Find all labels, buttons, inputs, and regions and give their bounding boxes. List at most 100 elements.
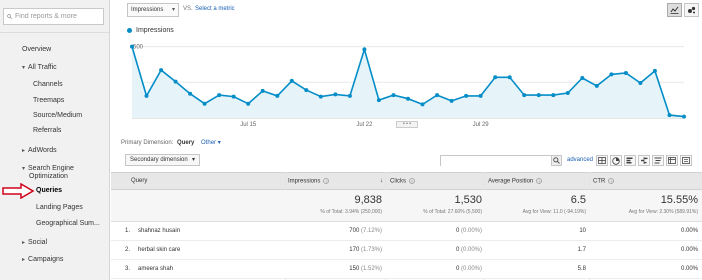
row-number: 2. [125,247,131,253]
comparison-view-button[interactable] [638,155,650,166]
chevron-down-icon: ▾ [22,65,26,71]
data-point [188,91,193,96]
data-point [652,68,657,73]
nav-campaigns[interactable]: ▸ Campaigns [22,255,63,265]
more-views-button[interactable] [680,155,692,166]
report-search-input[interactable] [15,13,103,20]
primary-dimension-other[interactable]: Other ▾ [201,140,221,146]
row-impressions: 150 (1.52%) [349,266,382,272]
total-clicks-sub: % of Total: 27.60% (5,500) [423,209,482,215]
pivot-table-icon [668,157,676,164]
term-cloud-button[interactable] [652,155,664,166]
row-impressions: 700 (7.12%) [349,228,382,234]
primary-dimension-label: Primary Dimension: [121,140,174,146]
data-point [246,101,251,106]
data-point [144,93,149,98]
row-number: 3. [125,266,131,272]
sort-desc-icon[interactable]: ↓ [380,178,383,184]
data-point [347,93,352,98]
list-icon [682,157,690,164]
data-point [623,71,628,75]
data-point [420,102,425,107]
pivot-view-button[interactable] [666,155,678,166]
total-clicks: 1,530 [454,194,482,206]
performance-view-button[interactable] [624,155,636,166]
data-point [318,94,323,99]
table-search-button[interactable] [551,155,562,166]
total-ctr-sub: Avg for View: 2.30% (589.91%) [628,209,698,215]
nav-all-traffic[interactable]: ▾ All Traffic [22,63,57,73]
table-filter[interactable] [440,155,560,173]
nav-source-medium[interactable]: Source/Medium [33,111,82,120]
x-tick-label: Jul 22 [356,122,373,128]
row-clicks: 0 (0.00%) [455,266,482,272]
chevron-right-icon: ▸ [22,240,26,246]
nav-adwords[interactable]: ▸ AdWords [22,146,57,156]
table-row: 2. herbal skin care 170 (1.73%) 0 (0.00%… [111,241,702,260]
main-panel: Impressions ▾ VS. Select a metric Impres… [111,0,702,280]
header-query[interactable]: Query [131,178,147,184]
pie-chart-icon [612,156,620,165]
row-avg-position: 1.7 [577,247,586,253]
help-icon[interactable]: ? [536,178,543,184]
row-query[interactable]: ameera shah [138,266,173,272]
help-icon[interactable]: ? [409,178,415,184]
search-icon [7,14,12,19]
data-point [565,91,570,95]
data-point [594,83,599,88]
data-point [231,94,236,99]
nav-geographical-summary[interactable]: Geographical Sum... [36,219,100,228]
data-point [580,76,585,80]
nav-optimization-label: Optimization [29,173,68,180]
row-query[interactable]: herbal skin care [138,247,180,253]
data-point [478,93,483,98]
data-point [609,72,614,77]
data-point [362,47,367,52]
row-clicks: 0 (0.00%) [455,228,482,234]
grid-view-icon [598,157,606,164]
search-icon [553,157,560,164]
secondary-dimension-dropdown[interactable]: Secondary dimension ▾ [125,154,200,166]
help-icon[interactable]: ? [323,178,330,184]
sidebar: Overview ▾All Traffic Channels Treemaps … [0,0,110,280]
nav-social[interactable]: ▸ Social [22,238,47,248]
nav-treemaps[interactable]: Treemaps [33,96,64,105]
x-tick-label: Jul 15 [240,122,257,128]
pie-view-button[interactable] [610,155,622,166]
header-ctr[interactable]: CTR? [593,178,615,185]
data-point [435,93,440,98]
data-point [173,79,178,84]
comparison-icon [641,157,648,164]
total-avg-position-sub: Avg for View: 11.0 (-94.19%) [522,209,586,215]
nav-channels[interactable]: Channels [33,80,63,89]
data-point [667,113,672,118]
data-point [159,68,164,73]
data-point [507,75,512,80]
view-data-button[interactable] [596,155,608,166]
nav-overview[interactable]: Overview [22,45,51,54]
total-impressions: 9,838 [354,194,382,206]
chevron-down-icon: ▾ [191,157,195,163]
help-icon[interactable]: ? [608,178,615,184]
chart-resize-handle[interactable]: • • • [396,121,418,128]
nav-landing-pages[interactable]: Landing Pages [36,203,83,212]
nav-queries[interactable]: Queries [36,186,62,195]
table-row: 3. ameera shah 150 (1.52%) 0 (0.00%) 5.8… [111,260,702,279]
row-query[interactable]: shahnaz husain [138,228,180,234]
header-clicks[interactable]: Clicks? [390,178,415,185]
primary-dimension-query[interactable]: Query [177,140,194,146]
data-point [333,92,338,97]
totals-row: 9,838 % of Total: 3.94% (250,000) 1,530 … [111,190,702,222]
data-point [464,93,469,98]
nav-referrals[interactable]: Referrals [33,126,61,135]
analytics-app: Overview ▾All Traffic Channels Treemaps … [0,0,702,280]
header-avg-position[interactable]: Average Position? [488,178,543,185]
total-impressions-sub: % of Total: 3.94% (250,000) [320,209,382,215]
data-point [391,93,396,98]
advanced-filter-link[interactable]: advanced [567,157,593,163]
row-ctr: 0.00% [680,266,698,272]
report-search[interactable] [3,8,104,25]
total-avg-position: 6.5 [570,194,586,206]
divider [0,32,109,33]
header-impressions[interactable]: Impressions? [288,178,330,185]
